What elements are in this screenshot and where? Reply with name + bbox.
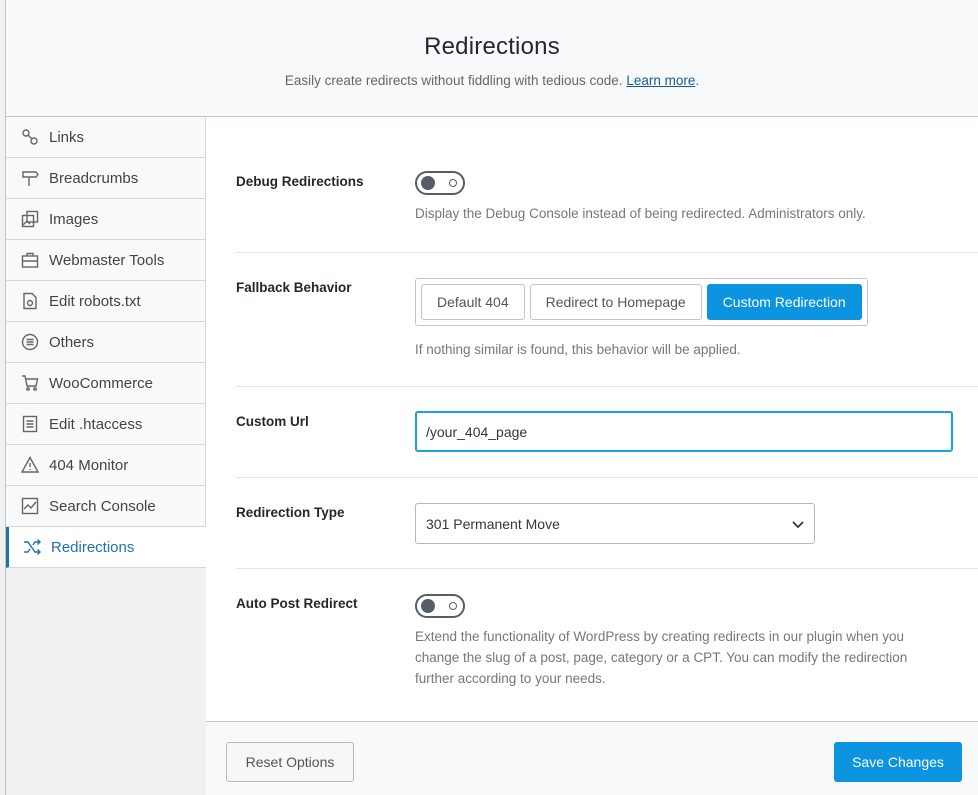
settings-panel: Debug Redirections Display the Debug Con…: [206, 117, 978, 721]
sidebar-item-label: WooCommerce: [49, 374, 153, 392]
debug-description: Display the Debug Console instead of bei…: [415, 206, 866, 221]
sidebar-item-others[interactable]: Others: [6, 322, 206, 363]
toolbox-icon: [20, 250, 40, 270]
sidebar-item-edit-robots[interactable]: Edit robots.txt: [6, 281, 206, 322]
toggle-knob: [421, 176, 435, 190]
sidebar-item-search-console[interactable]: Search Console: [6, 486, 206, 527]
fallback-button-group: Default 404 Redirect to Homepage Custom …: [415, 278, 868, 326]
auto-post-toggle[interactable]: [415, 594, 465, 618]
fallback-description: If nothing similar is found, this behavi…: [415, 342, 741, 357]
images-icon: [20, 209, 40, 229]
fallback-option-default-404[interactable]: Default 404: [421, 284, 525, 320]
page-header: Redirections Easily create redirects wit…: [5, 0, 978, 117]
sidebar-item-label: 404 Monitor: [49, 456, 129, 474]
fallback-field: Default 404 Redirect to Homepage Custom …: [415, 278, 868, 360]
setting-row-auto-post: Auto Post Redirect Extend the functional…: [236, 569, 978, 721]
auto-post-label: Auto Post Redirect: [236, 596, 358, 611]
fallback-option-custom-redirection[interactable]: Custom Redirection: [706, 284, 862, 320]
custom-url-label: Custom Url: [236, 414, 309, 429]
auto-post-description: Extend the functionality of WordPress by…: [415, 626, 907, 689]
save-changes-button[interactable]: Save Changes: [834, 742, 962, 782]
settings-sidebar: Links Breadcrumbs Images Webmaster Tools…: [5, 117, 206, 795]
chevron-down-icon: [792, 516, 804, 532]
link-icon: [20, 127, 40, 147]
debug-label: Debug Redirections: [236, 174, 364, 189]
robot-file-icon: [20, 291, 40, 311]
auto-post-description-line: further according to your needs.: [415, 671, 606, 686]
setting-row-custom-url: Custom Url /your_404_page: [236, 387, 978, 478]
sidebar-item-webmaster-tools[interactable]: Webmaster Tools: [6, 240, 206, 281]
debug-field: Display the Debug Console instead of bei…: [415, 171, 866, 224]
chart-icon: [20, 496, 40, 516]
sidebar-item-breadcrumbs[interactable]: Breadcrumbs: [6, 158, 206, 199]
subtitle-text: Easily create redirects without fiddling…: [284, 73, 623, 88]
document-icon: [20, 414, 40, 434]
fallback-label: Fallback Behavior: [236, 280, 352, 295]
sidebar-item-edit-htaccess[interactable]: Edit .htaccess: [6, 404, 206, 445]
sidebar-item-label: Edit robots.txt: [49, 292, 141, 310]
sidebar-item-label: Images: [49, 210, 99, 228]
sidebar-item-label: Edit .htaccess: [49, 415, 143, 433]
sidebar-item-label: Redirections: [51, 538, 135, 556]
subtitle-period: .: [695, 73, 700, 88]
settings-footer: Reset Options Save Changes: [206, 721, 978, 795]
custom-url-field: /your_404_page: [415, 411, 953, 452]
sidebar-item-links[interactable]: Links: [6, 117, 206, 158]
redirection-type-select[interactable]: 301 Permanent Move: [415, 503, 815, 544]
setting-row-redirection-type: Redirection Type 301 Permanent Move: [236, 478, 978, 569]
sidebar-item-404-monitor[interactable]: 404 Monitor: [6, 445, 206, 486]
debug-toggle[interactable]: [415, 171, 465, 195]
shuffle-icon: [22, 537, 42, 557]
redirection-type-label: Redirection Type: [236, 505, 345, 520]
sidebar-item-label: Links: [49, 128, 85, 146]
auto-post-description-line: change the slug of a post, page, categor…: [415, 650, 908, 665]
warning-icon: [20, 455, 40, 475]
redirection-type-value: 301 Permanent Move: [426, 515, 560, 532]
custom-url-input[interactable]: /your_404_page: [415, 411, 953, 452]
sidebar-item-label: Breadcrumbs: [49, 169, 139, 187]
toggle-knob: [421, 599, 435, 613]
auto-post-description-line: Extend the functionality of WordPress by…: [415, 629, 905, 644]
toggle-off-indicator: [449, 179, 457, 187]
list-circle-icon: [20, 332, 40, 352]
sidebar-item-redirections[interactable]: Redirections: [6, 527, 206, 568]
sidebar-item-label: Others: [49, 333, 95, 351]
sidebar-item-woocommerce[interactable]: WooCommerce: [6, 363, 206, 404]
sidebar-item-label: Search Console: [49, 497, 156, 515]
setting-row-debug: Debug Redirections Display the Debug Con…: [236, 117, 978, 253]
learn-more-link[interactable]: Learn more: [626, 73, 695, 88]
page-subtitle: Easily create redirects without fiddling…: [6, 73, 978, 88]
sidebar-item-label: Webmaster Tools: [49, 251, 165, 269]
reset-options-button[interactable]: Reset Options: [226, 742, 354, 782]
fallback-option-redirect-homepage[interactable]: Redirect to Homepage: [529, 284, 702, 320]
toggle-off-indicator: [449, 602, 457, 610]
cart-icon: [20, 373, 40, 393]
auto-post-field: Extend the functionality of WordPress by…: [415, 594, 907, 689]
redirection-type-field: 301 Permanent Move: [415, 503, 815, 544]
page-title: Redirections: [424, 33, 560, 60]
setting-row-fallback: Fallback Behavior Default 404 Redirect t…: [236, 253, 978, 387]
signpost-icon: [20, 168, 40, 188]
sidebar-item-images[interactable]: Images: [6, 199, 206, 240]
